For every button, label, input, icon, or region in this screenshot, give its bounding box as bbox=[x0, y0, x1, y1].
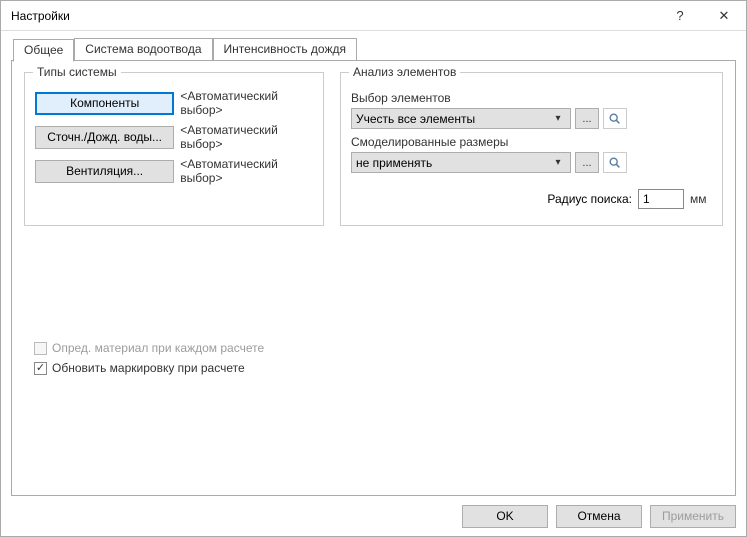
close-button[interactable]: ✕ bbox=[702, 1, 746, 31]
check-material-label: Опред. материал при каждом расчете bbox=[52, 341, 264, 355]
tab-drainage-label: Система водоотвода bbox=[85, 42, 201, 56]
checks-area: Опред. материал при каждом расчете ✓ Обн… bbox=[34, 335, 264, 375]
tab-intensity-label: Интенсивность дождя bbox=[224, 42, 346, 56]
chevron-down-icon: ▾ bbox=[550, 157, 566, 168]
waste-button[interactable]: Сточн./Дожд. воды... bbox=[35, 126, 174, 149]
apply-button-label: Применить bbox=[662, 509, 724, 523]
ellipsis-icon: ... bbox=[582, 113, 591, 125]
sizes-label: Смоделированные размеры bbox=[351, 135, 712, 149]
chevron-down-icon: ▾ bbox=[550, 113, 566, 124]
tab-general[interactable]: Общее bbox=[13, 39, 74, 62]
tab-intensity[interactable]: Интенсивность дождя bbox=[213, 38, 357, 61]
check-marking-label: Обновить маркировку при расчете bbox=[52, 361, 245, 375]
window-title: Настройки bbox=[11, 9, 658, 23]
tabstrip: Общее Система водоотвода Интенсивность д… bbox=[11, 39, 736, 61]
help-button[interactable]: ? bbox=[658, 1, 702, 31]
selection-more-button[interactable]: ... bbox=[575, 108, 599, 129]
cancel-button-label: Отмена bbox=[577, 509, 620, 523]
check-marking-box[interactable]: ✓ bbox=[34, 362, 47, 375]
radius-unit: мм bbox=[690, 192, 712, 206]
vent-button[interactable]: Вентиляция... bbox=[35, 160, 174, 183]
tab-general-label: Общее bbox=[24, 43, 63, 57]
sizes-row: не применять ▾ ... bbox=[351, 152, 712, 173]
group-analysis-legend: Анализ элементов bbox=[349, 65, 460, 79]
button-bar: OK Отмена Применить bbox=[1, 502, 746, 536]
ok-button-label: OK bbox=[496, 509, 513, 523]
cancel-button[interactable]: Отмена bbox=[556, 505, 642, 528]
titlebar: Настройки ? ✕ bbox=[1, 1, 746, 31]
components-desc: <Автоматический выбор> bbox=[180, 89, 313, 117]
waste-button-label: Сточн./Дожд. воды... bbox=[47, 130, 162, 144]
row-components: Компоненты <Автоматический выбор> bbox=[35, 89, 313, 117]
close-icon: ✕ bbox=[719, 8, 730, 24]
checkmark-icon: ✓ bbox=[36, 363, 45, 374]
group-analysis: Анализ элементов Выбор элементов Учесть … bbox=[340, 72, 723, 226]
sizes-search-button[interactable] bbox=[603, 152, 627, 173]
group-system-types: Типы системы Компоненты <Автоматический … bbox=[24, 72, 324, 226]
selection-label: Выбор элементов bbox=[351, 91, 712, 105]
selection-combo-text: Учесть все элементы bbox=[356, 112, 550, 126]
group-system-types-legend: Типы системы bbox=[33, 65, 121, 79]
sizes-combo[interactable]: не применять ▾ bbox=[351, 152, 571, 173]
magnifier-icon bbox=[608, 112, 622, 126]
components-button[interactable]: Компоненты bbox=[35, 92, 174, 115]
help-icon: ? bbox=[676, 8, 683, 23]
ok-button[interactable]: OK bbox=[462, 505, 548, 528]
sizes-combo-text: не применять bbox=[356, 156, 550, 170]
selection-combo[interactable]: Учесть все элементы ▾ bbox=[351, 108, 571, 129]
check-marking-row[interactable]: ✓ Обновить маркировку при расчете bbox=[34, 361, 264, 375]
top-row: Типы системы Компоненты <Автоматический … bbox=[24, 72, 723, 226]
tab-drainage[interactable]: Система водоотвода bbox=[74, 38, 212, 61]
tabstrip-filler bbox=[357, 39, 736, 61]
row-vent: Вентиляция... <Автоматический выбор> bbox=[35, 157, 313, 185]
settings-dialog: Настройки ? ✕ Общее Система водоотвода И… bbox=[0, 0, 747, 537]
vent-desc: <Автоматический выбор> bbox=[180, 157, 313, 185]
radius-input[interactable] bbox=[638, 189, 684, 209]
magnifier-icon bbox=[608, 156, 622, 170]
row-waste: Сточн./Дожд. воды... <Автоматический выб… bbox=[35, 123, 313, 151]
vent-button-label: Вентиляция... bbox=[66, 164, 143, 178]
ellipsis-icon: ... bbox=[582, 157, 591, 169]
check-material-box bbox=[34, 342, 47, 355]
selection-search-button[interactable] bbox=[603, 108, 627, 129]
waste-desc: <Автоматический выбор> bbox=[180, 123, 313, 151]
tabpage-general: Типы системы Компоненты <Автоматический … bbox=[11, 60, 736, 496]
selection-row: Учесть все элементы ▾ ... bbox=[351, 108, 712, 129]
components-button-label: Компоненты bbox=[70, 96, 139, 110]
check-material-row: Опред. материал при каждом расчете bbox=[34, 341, 264, 355]
apply-button[interactable]: Применить bbox=[650, 505, 736, 528]
radius-row: Радиус поиска: мм bbox=[351, 189, 712, 209]
client-area: Общее Система водоотвода Интенсивность д… bbox=[1, 31, 746, 502]
sizes-more-button[interactable]: ... bbox=[575, 152, 599, 173]
radius-label: Радиус поиска: bbox=[547, 192, 632, 206]
